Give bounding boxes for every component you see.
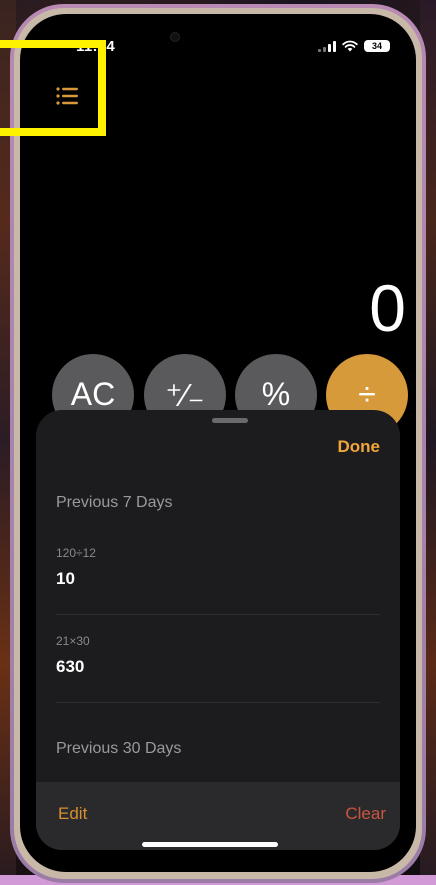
history-expression: 21×30 (56, 634, 90, 648)
status-icons: 34 (318, 40, 390, 52)
phone-screen: 11:54 34 0 AC ⁺∕₋ % ÷ Done Previous 7 Da… (20, 14, 416, 872)
status-time: 11:54 (76, 38, 116, 55)
calculator-display: 0 (369, 271, 406, 345)
done-button[interactable]: Done (332, 436, 387, 458)
battery-icon: 34 (364, 40, 390, 52)
divider (56, 702, 380, 703)
divider (56, 614, 380, 615)
history-item[interactable]: 21×30 630 (56, 634, 380, 677)
section-header-previous-7-days: Previous 7 Days (56, 494, 173, 511)
clear-button[interactable]: Clear (345, 804, 386, 824)
sheet-toolbar: Edit Clear (36, 782, 400, 850)
history-result: 630 (56, 657, 85, 676)
history-button[interactable] (46, 76, 90, 120)
history-item[interactable]: 120÷12 10 (56, 546, 380, 589)
cellular-signal-icon (318, 40, 336, 52)
edit-button[interactable]: Edit (58, 804, 87, 824)
sheet-grabber[interactable] (212, 418, 248, 423)
front-camera (170, 32, 180, 42)
home-indicator[interactable] (142, 842, 278, 847)
history-result: 10 (56, 569, 75, 588)
wifi-icon (342, 40, 358, 52)
section-header-previous-30-days: Previous 30 Days (56, 740, 182, 757)
list-icon (56, 87, 78, 105)
history-expression: 120÷12 (56, 546, 96, 560)
history-sheet: Done Previous 7 Days 120÷12 10 21×30 630… (36, 410, 400, 850)
